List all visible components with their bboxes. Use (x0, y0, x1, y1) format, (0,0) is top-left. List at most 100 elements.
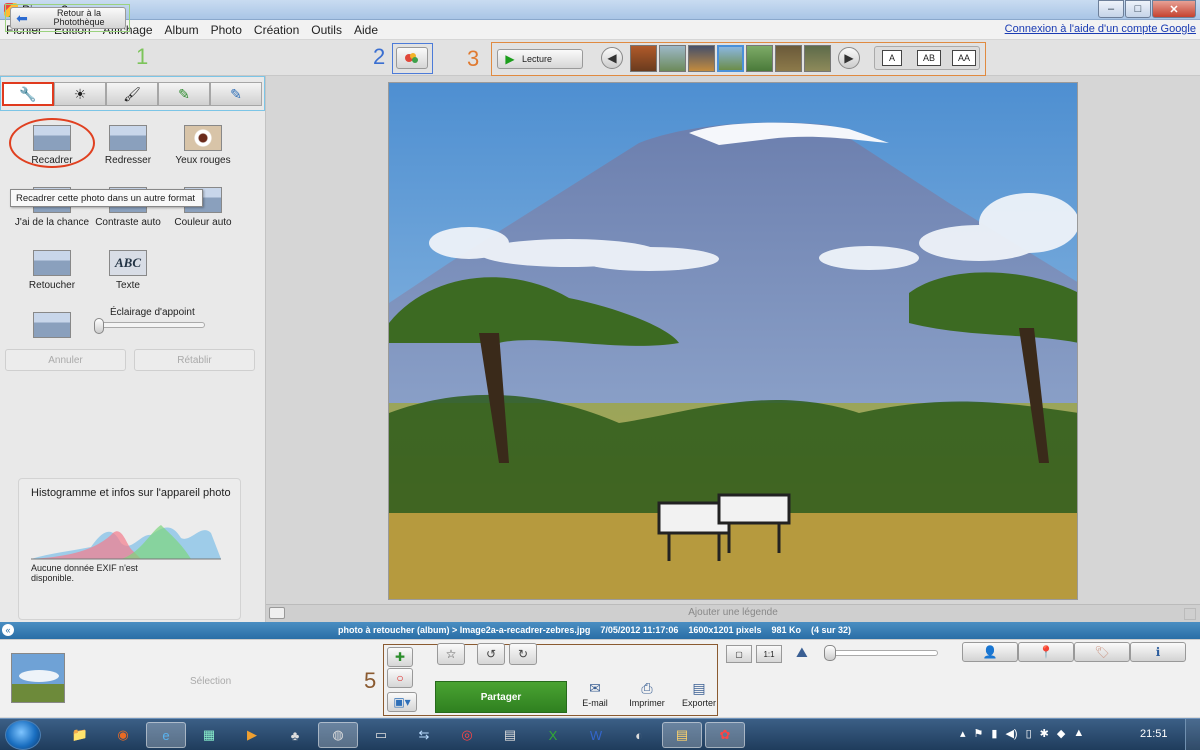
excel-icon[interactable]: X (533, 722, 573, 748)
filmstrip-thumb[interactable] (659, 45, 686, 72)
previous-photo-button[interactable]: ◀ (601, 47, 623, 69)
filmstrip-thumb-selected[interactable] (717, 45, 744, 72)
zoom-slider-track[interactable] (826, 650, 938, 656)
redeye-tool[interactable]: Yeux rouges (163, 125, 243, 166)
tab-effects-2[interactable]: ✎ (158, 82, 210, 106)
filmstrip-thumb[interactable] (804, 45, 831, 72)
text-mode-ab[interactable]: AB (917, 50, 941, 66)
word-icon[interactable]: W (576, 722, 616, 748)
menu-album[interactable]: Album (165, 23, 199, 37)
filmstrip-thumb[interactable] (630, 45, 657, 72)
rotate-right-button[interactable]: ↻ (509, 643, 537, 665)
tab-effects[interactable]: 🖌 (106, 82, 158, 106)
firefox-icon[interactable]: ◉ (103, 722, 143, 748)
app-tray-icon[interactable]: ▲ (1073, 727, 1084, 740)
places-button[interactable]: 📍 (1018, 642, 1074, 662)
filmstrip-thumb[interactable] (775, 45, 802, 72)
fill-light-slider-thumb[interactable] (94, 318, 104, 334)
clock[interactable]: 21:51 (1140, 728, 1168, 740)
redeye-label: Yeux rouges (175, 155, 231, 166)
print-button[interactable]: ⎙ Imprimer (624, 680, 670, 708)
picasa-taskbar-icon[interactable]: ✿ (705, 722, 745, 748)
info-button[interactable]: ℹ (1130, 642, 1186, 662)
chrome-icon[interactable]: ◎ (447, 722, 487, 748)
menu-photo[interactable]: Photo (211, 23, 242, 37)
calculator-icon[interactable]: ▤ (490, 722, 530, 748)
straighten-tool[interactable]: Redresser (88, 125, 168, 166)
close-button[interactable]: ✕ (1152, 0, 1196, 18)
retouch-tool[interactable]: Retoucher (12, 250, 92, 291)
main-photo[interactable] (388, 82, 1078, 600)
redo-button[interactable]: Rétablir (134, 349, 255, 371)
menu-aide[interactable]: Aide (354, 23, 378, 37)
selected-photo-thumb[interactable] (11, 653, 65, 703)
brush-icon: 🖌 (123, 85, 141, 102)
internet-explorer-icon[interactable]: e (146, 722, 186, 748)
network-icon[interactable]: ▮ (991, 727, 997, 740)
autocontrast-label: Contraste auto (95, 217, 161, 228)
text-mode-a[interactable]: A (882, 50, 902, 66)
expand-icon[interactable] (1184, 608, 1196, 620)
next-photo-button[interactable]: ▶ (838, 47, 860, 69)
app-icon[interactable]: ♣ (275, 722, 315, 748)
menu-bar: Fichier Édition Affichage Album Photo Cr… (0, 20, 1200, 40)
explorer-icon[interactable]: 📁 (60, 722, 100, 748)
export-button[interactable]: ▤ Exporter (676, 680, 722, 708)
straighten-label: Redresser (104, 155, 152, 166)
chevron-up-icon[interactable]: ▴ (960, 727, 966, 740)
straighten-icon (109, 125, 147, 151)
tags-button[interactable]: 🏷 (1074, 642, 1130, 662)
green-brush-icon: ✎ (178, 85, 190, 102)
back-to-library-button[interactable]: ⬅ Retour à la Photothèque (10, 7, 126, 29)
app-tray-icon[interactable]: ✱ (1040, 727, 1049, 740)
actual-size-button[interactable]: 1:1 (756, 645, 782, 663)
rotate-left-button[interactable]: ↺ (477, 643, 505, 665)
edit-mode-button[interactable] (396, 47, 428, 69)
flag-icon[interactable]: ⚑ (974, 727, 984, 740)
app-icon[interactable]: ⇆ (404, 722, 444, 748)
battery-icon[interactable]: ▯ (1026, 727, 1032, 740)
fit-icon: ▢ (735, 649, 743, 659)
clear-button[interactable]: ○ (387, 668, 413, 688)
add-to-album-button[interactable]: ▣▾ (387, 692, 417, 712)
app-tray-icon[interactable]: ◆ (1057, 727, 1065, 740)
app-icon[interactable]: ◐ (619, 722, 659, 748)
caption-input[interactable]: Ajouter une légende (266, 607, 1200, 618)
fill-light-slider-track[interactable] (95, 322, 205, 328)
media-player-icon[interactable]: ▶ (232, 722, 272, 748)
menu-outils[interactable]: Outils (311, 23, 342, 37)
google-help-link[interactable]: Connexion à l'aide d'un compte Google (1005, 23, 1196, 35)
pin-icon: ✚ (394, 650, 406, 664)
people-button[interactable]: 👤 (962, 642, 1018, 662)
zoom-slider-thumb[interactable] (824, 645, 836, 661)
star-button[interactable]: ☆ (437, 643, 465, 665)
lucky-label: J'ai de la chance (14, 217, 90, 228)
start-button[interactable] (5, 720, 41, 750)
email-icon: ✉ (589, 680, 601, 696)
text-mode-aa[interactable]: AA (952, 50, 976, 66)
maximize-button[interactable]: □ (1125, 0, 1151, 18)
menu-creation[interactable]: Création (254, 23, 299, 37)
fit-view-button[interactable]: ▢ (726, 645, 752, 663)
tab-tuning[interactable]: ☀ (54, 82, 106, 106)
app-icon[interactable]: ▦ (189, 722, 229, 748)
hold-button[interactable]: ✚ (387, 647, 413, 667)
filmstrip-thumb[interactable] (746, 45, 773, 72)
volume-icon[interactable]: ◀) (1005, 727, 1017, 740)
app-icon[interactable]: ▭ (361, 722, 401, 748)
minimize-button[interactable]: – (1098, 0, 1124, 18)
undo-button[interactable]: Annuler (5, 349, 126, 371)
slideshow-play-button[interactable]: ▶ Lecture (497, 49, 583, 69)
filmstrip-thumb[interactable] (688, 45, 715, 72)
tab-effects-3[interactable]: ✎ (210, 82, 262, 106)
app-icon[interactable]: ▤ (662, 722, 702, 748)
email-button[interactable]: ✉ E-mail (572, 680, 618, 708)
collapse-tray-icon[interactable]: « (2, 624, 14, 636)
arrow-right-icon: ▶ (844, 51, 854, 65)
share-button[interactable]: Partager (435, 681, 567, 713)
rotate-right-icon: ↻ (517, 647, 529, 661)
show-desktop-button[interactable] (1185, 719, 1200, 750)
text-tool[interactable]: ABC Texte (88, 250, 168, 291)
tab-basic-fixes[interactable]: 🔧 (2, 82, 54, 106)
app-icon[interactable]: ◍ (318, 722, 358, 748)
